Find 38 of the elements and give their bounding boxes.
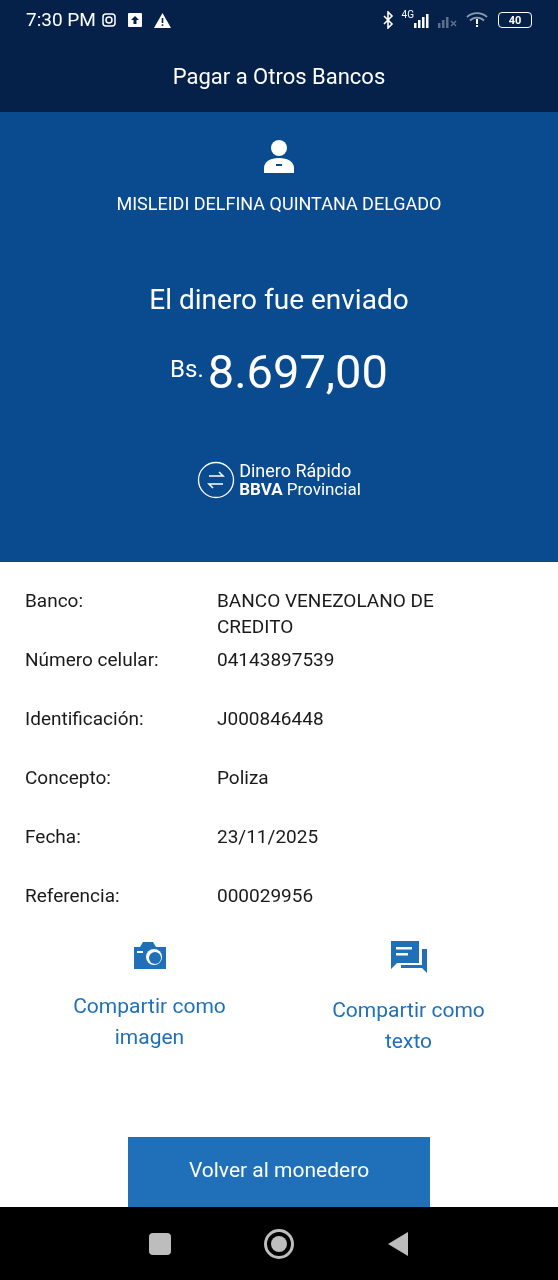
share-button[interactable]: Compartir como texto xyxy=(308,939,509,1057)
camera-icon xyxy=(131,939,168,971)
detail-label: Identificación: xyxy=(25,706,145,732)
amount: 8.697,00 xyxy=(207,343,388,401)
bank-brand: BBVA Provincial xyxy=(239,480,361,498)
signal-icon xyxy=(414,12,430,28)
detail-value: 23/11/2025 xyxy=(217,824,320,850)
page-title: Pagar a Otros Bancos xyxy=(172,62,386,91)
detail-value: J000846448 xyxy=(217,706,325,732)
currency: Bs. xyxy=(170,354,204,385)
back-button[interactable] xyxy=(387,1230,409,1257)
brand-name: Dinero Rápido xyxy=(239,462,353,480)
camera-app-icon xyxy=(101,13,116,27)
network-type: 4G xyxy=(401,10,414,20)
recipient-name: MISLEIDI DELFINA QUINTANA DELGADO xyxy=(116,192,442,216)
upload-icon xyxy=(127,13,142,27)
detail-value: Poliza xyxy=(217,765,270,791)
detail-label: Banco: xyxy=(25,588,85,614)
chat-icon xyxy=(388,939,429,975)
battery-level: 40 xyxy=(508,14,522,26)
detail-label: Número celular: xyxy=(25,647,160,673)
bluetooth-icon xyxy=(381,11,394,29)
home-button[interactable] xyxy=(263,1227,295,1260)
status-time: 7:30 PM xyxy=(26,6,96,33)
recents-button[interactable] xyxy=(149,1232,171,1255)
wifi-icon xyxy=(466,12,488,28)
success-message: El dinero fue enviado xyxy=(149,282,409,318)
warning-icon xyxy=(153,12,171,28)
detail-label: Referencia: xyxy=(25,883,121,909)
detail-label: Fecha: xyxy=(25,824,82,850)
detail-value: 000029956 xyxy=(217,883,315,909)
share-button[interactable]: Compartir como imagen xyxy=(49,939,250,1057)
detail-value: BANCO VENEZOLANO DE CREDITO xyxy=(217,588,435,640)
detail-value: 04143897539 xyxy=(217,647,336,673)
back-to-wallet-button[interactable]: Volver al monedero xyxy=(128,1137,430,1207)
detail-label: Concepto: xyxy=(25,765,112,791)
transfer-logo-icon xyxy=(197,461,236,499)
person-icon xyxy=(263,139,295,173)
